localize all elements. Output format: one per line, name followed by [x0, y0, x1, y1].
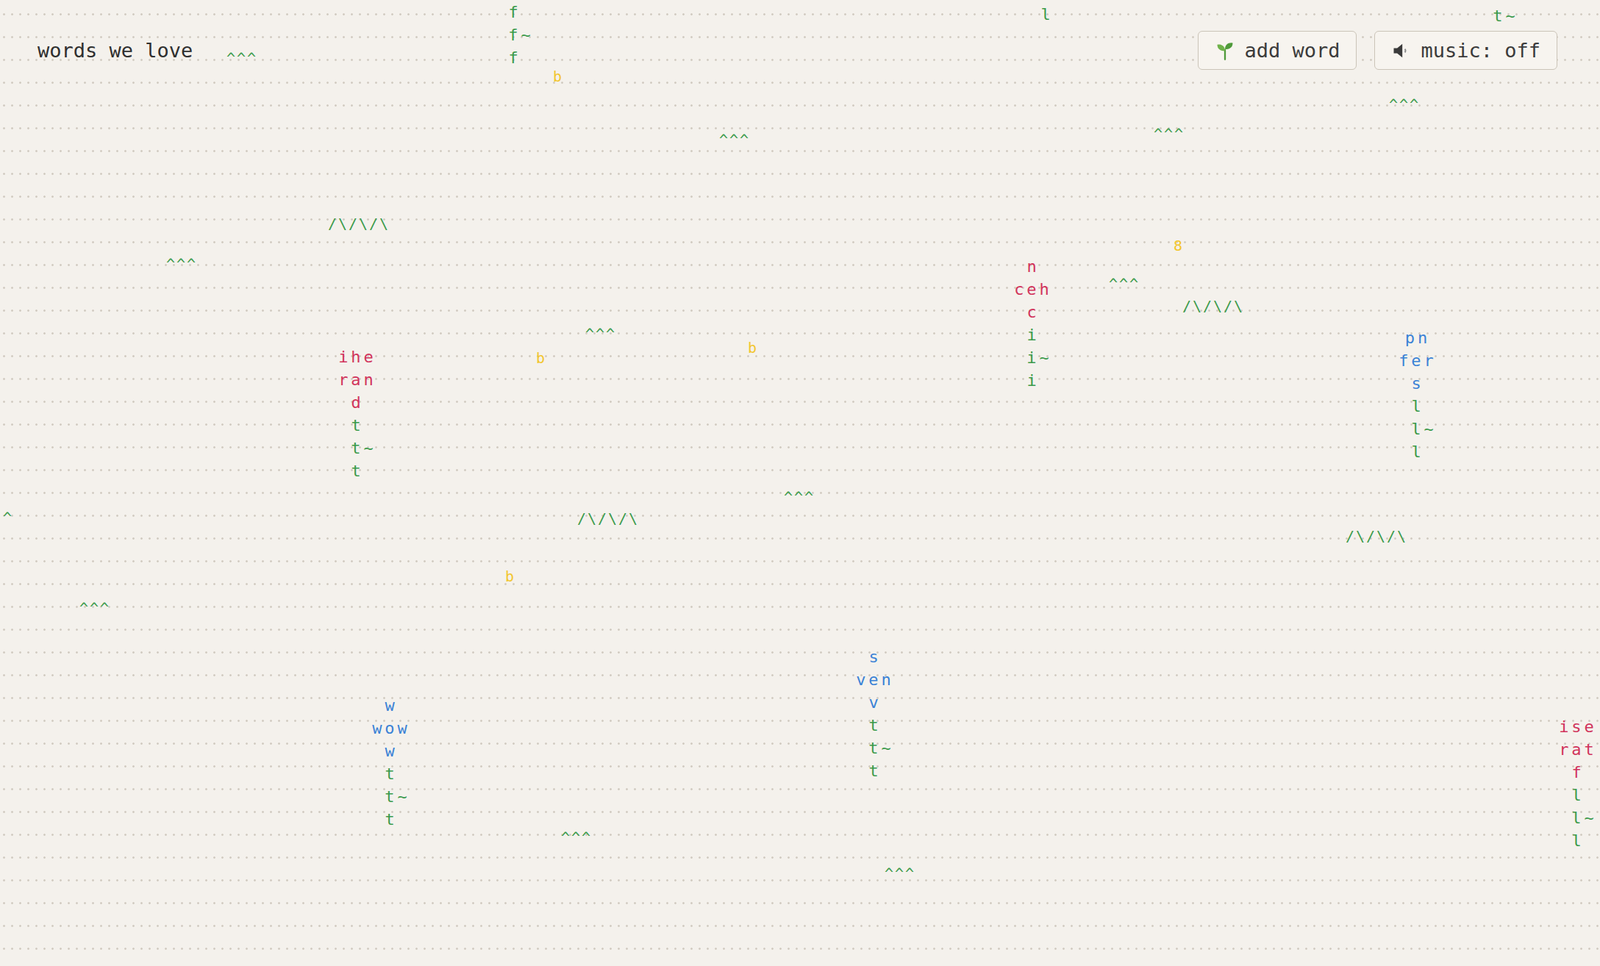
- word-plant[interactable]: iherandtt~t: [335, 345, 377, 483]
- word-plant[interactable]: svenvtt~t: [852, 645, 895, 783]
- plant-line: l: [1568, 829, 1584, 853]
- grass-decoration: /\/\/\: [1345, 528, 1408, 544]
- grass-decoration: b: [505, 569, 516, 584]
- word-plant[interactable]: iseratfll~l: [1555, 715, 1598, 853]
- grass-decoration: 8: [1173, 238, 1184, 253]
- music-toggle-button[interactable]: music: off: [1374, 30, 1558, 70]
- grass-decoration: ^^^: [585, 326, 617, 342]
- plant-line: d: [347, 391, 364, 414]
- plant-line: ran: [335, 368, 377, 392]
- plant-line: ven: [852, 668, 895, 692]
- plant-line: c: [1023, 300, 1039, 324]
- plant-line: w: [381, 694, 398, 717]
- plant-line: n: [1023, 255, 1039, 278]
- plant-line: l: [1037, 2, 1053, 26]
- grass-decoration: /\/\/\: [1182, 298, 1245, 314]
- word-plant[interactable]: pnfersll~l: [1395, 326, 1437, 464]
- header: words we love add word music: off: [0, 0, 1600, 70]
- plant-line: f~: [505, 23, 534, 47]
- plant-line: t: [865, 713, 881, 737]
- plant-line: l~: [1568, 806, 1598, 830]
- add-word-button[interactable]: add word: [1197, 30, 1357, 70]
- plant-line: i: [1023, 323, 1039, 347]
- plant-line: v: [865, 691, 881, 714]
- grass-decoration: ^^^: [166, 256, 198, 272]
- plant-line: i: [1023, 369, 1039, 392]
- grass-decoration: ^^^: [79, 600, 111, 616]
- button-label: music: off: [1420, 38, 1541, 62]
- plant-line: t: [347, 459, 364, 483]
- word-plant[interactable]: ncehcii~i: [1011, 255, 1053, 392]
- grass-decoration: ^^^: [1153, 126, 1185, 142]
- plant-line: l: [1408, 440, 1424, 464]
- grass-decoration: b: [536, 350, 547, 366]
- plant-line: wow: [369, 716, 411, 740]
- plant-line: s: [1408, 372, 1424, 395]
- sprout-icon: [1214, 40, 1236, 62]
- grass-decoration: ^^^: [561, 830, 592, 845]
- word-plant[interactable]: ff~f: [492, 0, 534, 70]
- plant-line: t~: [381, 785, 411, 809]
- plant-line: ihe: [335, 345, 377, 369]
- button-label: add word: [1244, 38, 1340, 62]
- plant-line: f: [505, 0, 521, 24]
- garden-page: ^^^ ^^^ ^^^ ^^^ ^^^ ^^^ ^^^ ^^^ ^^^ ^^^ ^^^ /\/\/\ /…: [0, 0, 1600, 966]
- grass-decoration: b: [747, 340, 759, 356]
- grass-decoration: ^^^: [884, 866, 916, 881]
- header-actions: add word music: off: [1197, 30, 1558, 70]
- plant-line: pn: [1402, 326, 1431, 350]
- plant-line: s: [865, 645, 881, 669]
- grass-decoration: ^^^: [1108, 276, 1140, 292]
- plant-line: w: [381, 739, 398, 763]
- speaker-icon: [1391, 40, 1412, 62]
- plant-line: f: [505, 46, 521, 70]
- plant-line: t: [381, 808, 398, 831]
- grass-decoration: b: [552, 69, 564, 84]
- plant-line: l~: [1408, 417, 1437, 441]
- grass-decoration: ^: [2, 510, 14, 525]
- plant-line: l: [1568, 783, 1584, 807]
- garden-canvas: ^^^ ^^^ ^^^ ^^^ ^^^ ^^^ ^^^ ^^^ ^^^ ^^^ ^^^ /\/\/\ /…: [0, 0, 1600, 966]
- plant-line: i~: [1023, 346, 1053, 370]
- word-plant[interactable]: t~: [1477, 4, 1519, 28]
- plant-line: t~: [865, 736, 895, 760]
- plant-line: t: [347, 413, 364, 437]
- plant-line: f: [1568, 761, 1584, 784]
- plant-line: t~: [1489, 4, 1519, 28]
- plant-line: t~: [347, 436, 377, 460]
- plant-line: rat: [1555, 738, 1598, 762]
- grass-decoration: ^^^: [783, 489, 815, 505]
- plant-line: t: [865, 759, 881, 783]
- plant-line: l: [1408, 394, 1424, 418]
- word-plant[interactable]: wwowwtt~t: [369, 694, 411, 831]
- plant-line: fer: [1395, 349, 1437, 373]
- word-plant[interactable]: l: [1037, 2, 1053, 26]
- plant-line: t: [381, 762, 398, 786]
- page-title: words we love: [37, 38, 193, 62]
- grass-decoration: /\/\/\: [327, 216, 390, 231]
- plant-line: ceh: [1011, 277, 1053, 301]
- grass-decoration: ^^^: [719, 132, 750, 148]
- grass-decoration: ^^^: [1388, 97, 1420, 112]
- plant-line: ise: [1555, 715, 1598, 739]
- grass-decoration: /\/\/\: [577, 511, 639, 526]
- grass-decoration: ^^^: [226, 50, 258, 66]
